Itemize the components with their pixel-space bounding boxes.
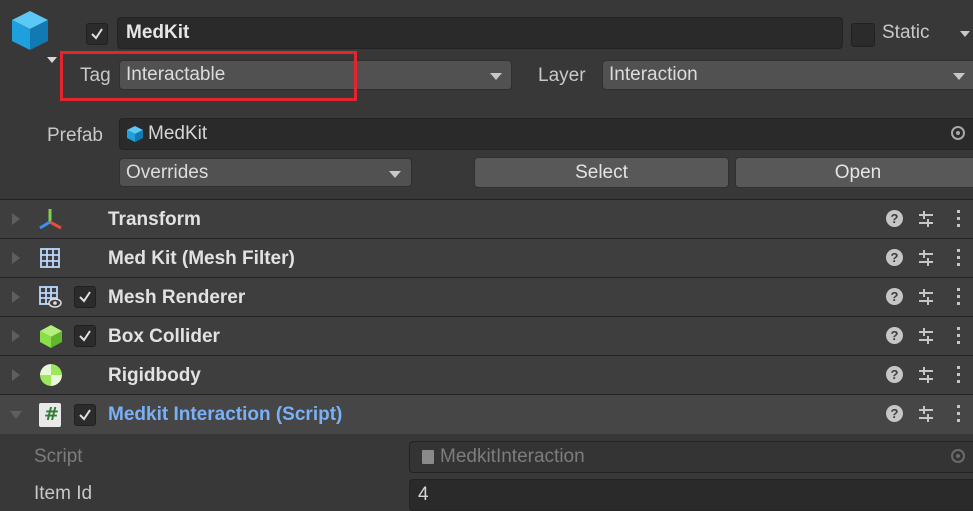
object-name-input[interactable]: MedKit (117, 17, 843, 49)
item-id-value: 4 (418, 484, 429, 505)
chevron-down-icon (953, 73, 965, 80)
component-row-rigidbody[interactable]: Rigidbody ? (0, 355, 973, 394)
mesh-filter-icon (39, 247, 61, 269)
component-enabled-toggle[interactable] (74, 325, 96, 347)
chevron-down-icon (490, 73, 502, 80)
preset-sliders-icon[interactable] (918, 288, 934, 306)
rigidbody-icon (38, 362, 64, 388)
component-title: Medkit Interaction (Script) (108, 404, 343, 425)
prefab-label: Prefab (47, 125, 103, 146)
component-title: Transform (108, 209, 201, 230)
prefab-asset-name: MedKit (148, 123, 208, 144)
script-field-label: Script (34, 446, 83, 467)
context-menu-icon[interactable] (957, 249, 961, 267)
transform-icon (38, 206, 64, 232)
component-row-medkit-interaction[interactable]: # Medkit Interaction (Script) ? (0, 394, 973, 434)
component-row-mesh-renderer[interactable]: Mesh Renderer ? (0, 277, 973, 316)
preset-sliders-icon[interactable] (918, 210, 934, 228)
item-id-input[interactable]: 4 (409, 479, 973, 511)
component-enabled-toggle[interactable] (74, 286, 96, 308)
prefab-cube-icon (127, 126, 143, 142)
component-title: Rigidbody (108, 365, 201, 386)
select-button[interactable]: Select (474, 157, 729, 188)
open-button[interactable]: Open (735, 157, 973, 188)
static-label: Static (882, 22, 930, 43)
context-menu-icon[interactable] (957, 366, 961, 384)
help-icon[interactable]: ? (886, 327, 903, 344)
foldout-arrow-icon[interactable] (10, 411, 22, 419)
preset-sliders-icon[interactable] (918, 249, 934, 267)
overrides-dropdown[interactable]: Overrides (119, 158, 412, 187)
object-picker-icon[interactable] (951, 126, 965, 140)
script-reference-value: MedkitInteraction (440, 446, 585, 467)
foldout-arrow-icon[interactable] (12, 252, 20, 264)
context-menu-icon[interactable] (957, 327, 961, 345)
component-row-transform[interactable]: Transform ? (0, 199, 973, 238)
component-row-mesh-filter[interactable]: Med Kit (Mesh Filter) ? (0, 238, 973, 277)
context-menu-icon[interactable] (957, 405, 961, 423)
gameobject-icon-dropdown-arrow[interactable] (47, 57, 57, 63)
component-title: Med Kit (Mesh Filter) (108, 248, 295, 269)
foldout-arrow-icon[interactable] (12, 213, 20, 225)
mesh-renderer-icon (38, 285, 62, 309)
chevron-down-icon (389, 171, 401, 178)
context-menu-icon[interactable] (957, 210, 961, 228)
component-title: Mesh Renderer (108, 287, 246, 308)
layer-dropdown[interactable]: Interaction (602, 60, 973, 90)
component-title: Box Collider (108, 326, 220, 347)
context-menu-icon[interactable] (957, 288, 961, 306)
preset-sliders-icon[interactable] (918, 366, 934, 384)
foldout-arrow-icon[interactable] (12, 330, 20, 342)
preset-sliders-icon[interactable] (918, 327, 934, 345)
object-name-text: MedKit (126, 22, 190, 43)
layer-label: Layer (538, 65, 586, 86)
component-enabled-toggle[interactable] (74, 404, 96, 426)
preset-sliders-icon[interactable] (918, 405, 934, 423)
overrides-label: Overrides (126, 161, 209, 183)
static-toggle[interactable] (851, 23, 875, 47)
item-id-label: Item Id (34, 483, 93, 504)
help-icon[interactable]: ? (886, 288, 903, 305)
foldout-arrow-icon[interactable] (12, 291, 20, 303)
foldout-arrow-icon[interactable] (12, 369, 20, 381)
prefab-asset-field[interactable]: MedKit (119, 118, 973, 150)
gameobject-icon (8, 8, 52, 52)
object-picker-icon (951, 449, 965, 463)
open-label: Open (834, 161, 882, 183)
script-file-icon (422, 450, 434, 464)
highlight-annotation (60, 51, 357, 101)
help-icon[interactable]: ? (886, 210, 903, 227)
select-label: Select (575, 161, 628, 183)
script-reference-field: MedkitInteraction (409, 441, 973, 473)
layer-value: Interaction (609, 64, 698, 85)
script-icon: # (39, 403, 61, 427)
help-icon[interactable]: ? (886, 405, 903, 422)
box-collider-icon (38, 323, 64, 349)
active-toggle[interactable] (86, 23, 108, 45)
static-dropdown-arrow[interactable] (960, 31, 970, 37)
component-row-box-collider[interactable]: Box Collider ? (0, 316, 973, 355)
help-icon[interactable]: ? (886, 249, 903, 266)
help-icon[interactable]: ? (886, 366, 903, 383)
